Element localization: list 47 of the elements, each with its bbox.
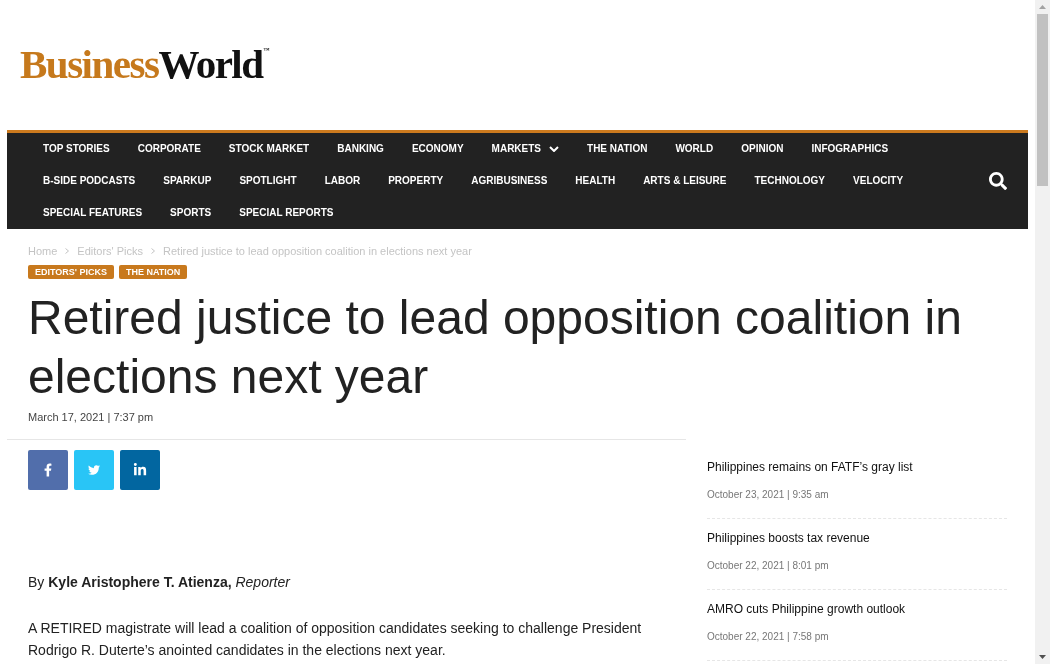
nav-link[interactable]: SPECIAL FEATURES <box>43 206 143 220</box>
article-date: March 17, 2021 | 7:37 pm <box>28 410 154 424</box>
nav-link[interactable]: TOP STORIES <box>43 142 110 156</box>
scroll-up-arrow-icon[interactable] <box>1039 5 1046 9</box>
nav-link[interactable]: CORPORATE <box>137 142 201 156</box>
bird-icon <box>87 464 101 476</box>
nav-link[interactable]: BANKING <box>337 142 384 156</box>
scrollbar[interactable] <box>1035 0 1050 664</box>
nav-link[interactable]: PROPERTY <box>388 174 444 188</box>
facebook-share-button[interactable] <box>28 450 68 490</box>
article-byline: By Kyle Aristophere T. Atienza, Reporter <box>28 573 290 592</box>
nav-link[interactable]: STOCK MARKET <box>228 142 310 156</box>
search-icon <box>989 172 1007 190</box>
nav-link[interactable]: B-SIDE PODCASTS <box>43 174 136 188</box>
nav-link[interactable]: THE NATION <box>587 142 648 156</box>
nav-link[interactable]: WORLD <box>675 142 714 156</box>
nav-link[interactable]: INFOGRAPHICS <box>811 142 889 156</box>
sidebar-article-date: October 22, 2021 | 7:58 pm <box>707 630 829 644</box>
nav-link[interactable]: SPORTS <box>170 206 212 220</box>
nav-link[interactable]: ECONOMY <box>411 142 464 156</box>
nav-link[interactable]: AGRIBUSINESS <box>471 174 548 188</box>
nav-link[interactable]: SPARKUP <box>163 174 212 188</box>
sidebar-article-link[interactable]: Philippines remains on FATF’s gray list <box>707 459 913 475</box>
twitter-share-button[interactable] <box>74 450 114 490</box>
article-title: Retired justice to lead opposition coalition in elections next year <box>28 290 963 405</box>
linkedin-icon <box>133 463 147 477</box>
nav-link[interactable]: MARKETS <box>491 142 560 156</box>
nav-link[interactable]: VELOCITY <box>853 174 904 188</box>
nav-link[interactable]: OPINION <box>741 142 784 156</box>
scrollbar-thumb[interactable] <box>1037 14 1048 186</box>
chevron-right-icon <box>65 248 70 254</box>
sidebar-article-link[interactable]: Philippines boosts tax revenue <box>707 530 870 546</box>
article-paragraph: A RETIRED magistrate will lead a coalition of opposition candidates seeking to challenge President Rodrigo R. Duterte’s anointed candidates in the elections next year. <box>28 619 643 660</box>
linkedin-share-button[interactable] <box>120 450 160 490</box>
facebook-icon <box>44 463 52 477</box>
nav-link[interactable]: LABOR <box>324 174 361 188</box>
nav-link[interactable]: TECHNOLOGY <box>754 174 826 188</box>
scroll-down-arrow-icon[interactable] <box>1039 655 1046 659</box>
nav-link[interactable]: HEALTH <box>575 174 616 188</box>
search-button[interactable] <box>989 172 1007 190</box>
sidebar-article-date: October 23, 2021 | 9:35 am <box>707 488 829 502</box>
chevron-right-icon <box>151 248 156 254</box>
nav-link[interactable]: SPOTLIGHT <box>239 174 297 188</box>
nav-link[interactable]: SPECIAL REPORTS <box>239 206 334 220</box>
sidebar-article-date: October 22, 2021 | 8:01 pm <box>707 559 829 573</box>
sidebar-article-link[interactable]: AMRO cuts Philippine growth outlook <box>707 601 906 617</box>
nav-link[interactable]: ARTS & LEISURE <box>643 174 727 188</box>
